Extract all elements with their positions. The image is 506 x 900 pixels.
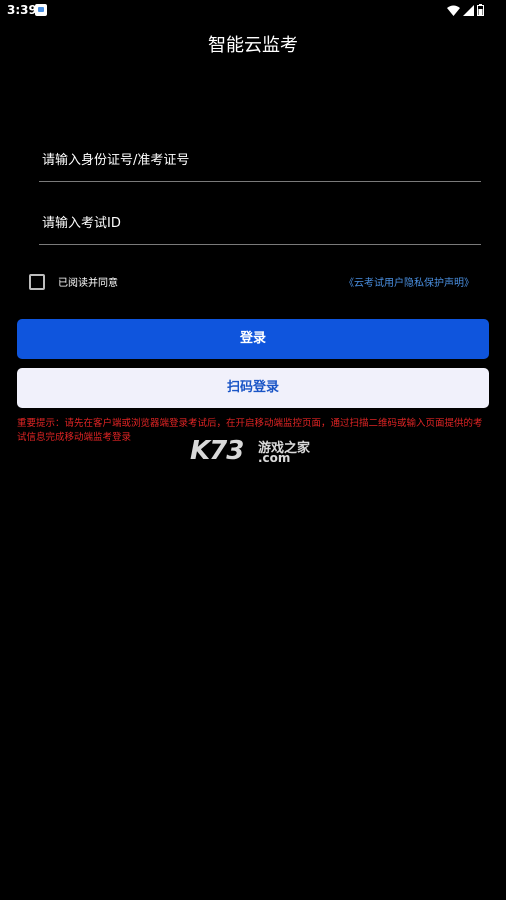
privacy-policy-link[interactable]: 《云考试用户隐私保护声明》 (344, 274, 474, 289)
watermark-domain: .com (258, 451, 291, 465)
agree-checkbox[interactable] (29, 274, 45, 290)
battery-icon (477, 4, 484, 16)
scan-login-button[interactable]: 扫码登录 (17, 368, 489, 408)
watermark-brand: K73 (190, 436, 244, 466)
page-title: 智能云监考 (208, 35, 298, 56)
status-icons (447, 4, 484, 16)
wifi-icon (447, 5, 460, 16)
signal-icon (463, 4, 474, 16)
app-notification-icon (35, 4, 47, 16)
agree-label: 已阅读并同意 (58, 278, 118, 289)
exam-id-input[interactable] (42, 212, 472, 234)
id-number-input[interactable] (42, 149, 472, 171)
exam-id-input-row (39, 200, 481, 245)
status-bar: 3:39 (0, 0, 506, 22)
status-time: 3:39 (7, 3, 37, 17)
watermark-logo: K73 游戏之家 .com (190, 436, 320, 466)
id-input-row (39, 137, 481, 182)
login-button[interactable]: 登录 (17, 319, 489, 359)
